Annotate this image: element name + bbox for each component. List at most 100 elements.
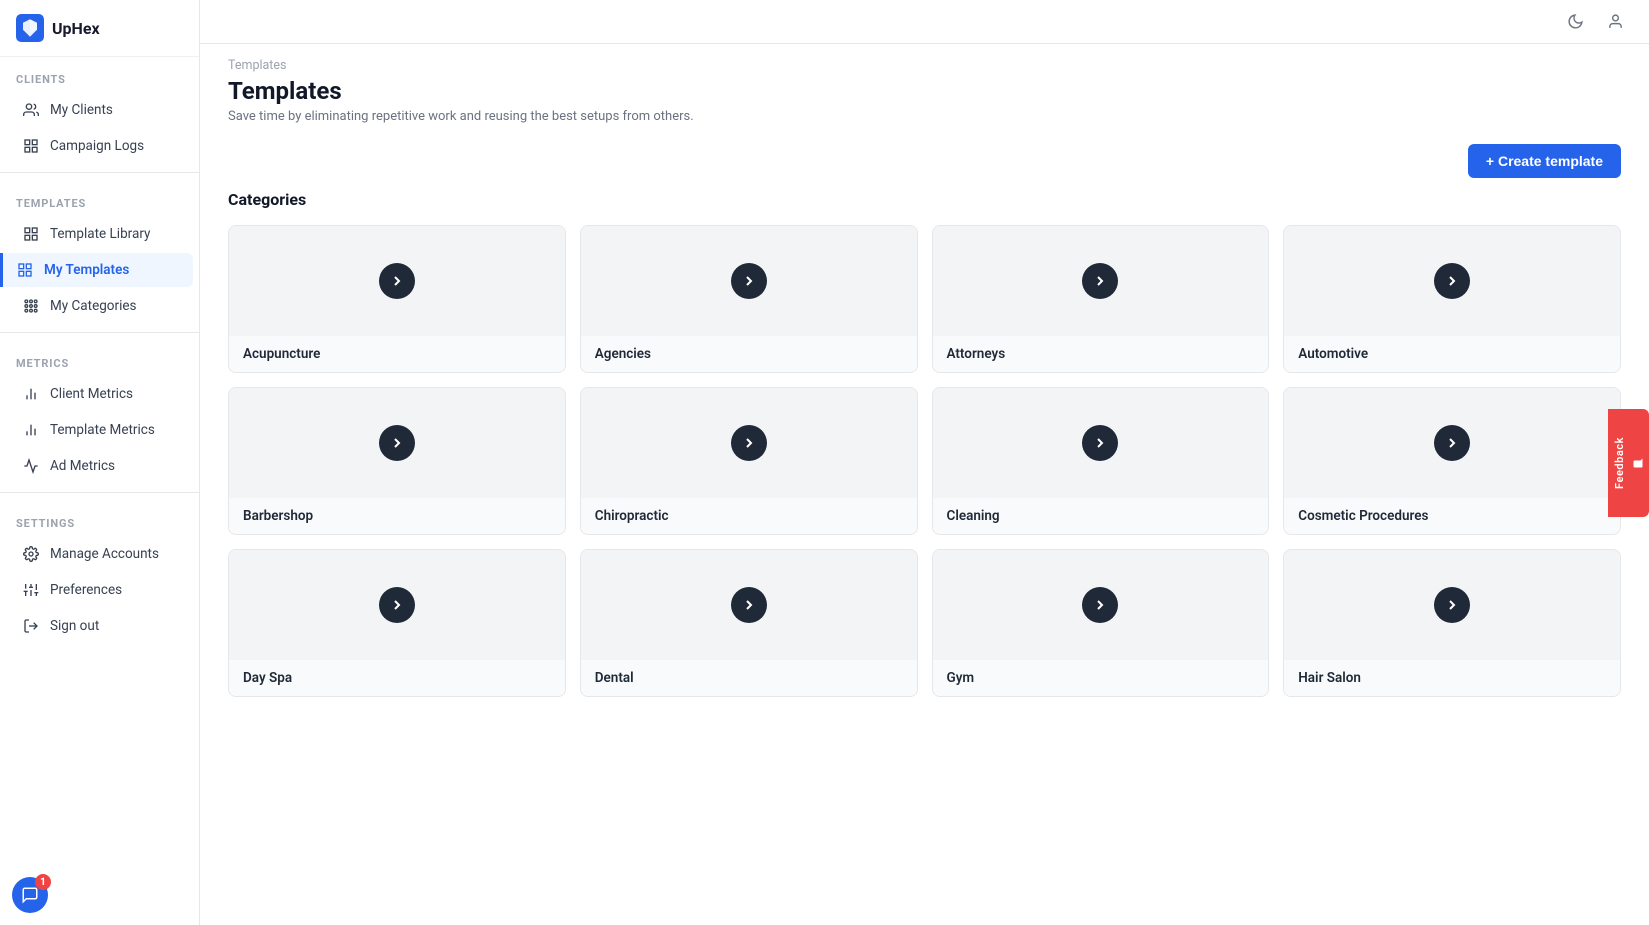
sidebar-item-my-clients[interactable]: My Clients bbox=[6, 93, 193, 127]
divider-1 bbox=[0, 172, 199, 173]
sidebar-item-preferences[interactable]: Preferences bbox=[6, 573, 193, 607]
feedback-label[interactable]: Feedback bbox=[1608, 408, 1649, 516]
page-header: Templates Save time by eliminating repet… bbox=[200, 77, 1649, 132]
category-arrow-icon-chiropractic bbox=[731, 425, 767, 461]
sidebar-item-sign-out[interactable]: Sign out bbox=[6, 609, 193, 643]
grid-icon bbox=[22, 225, 40, 243]
sidebar-item-manage-accounts-label: Manage Accounts bbox=[50, 546, 159, 562]
category-card-label-agencies: Agencies bbox=[581, 336, 917, 372]
chart-icon bbox=[22, 457, 40, 475]
category-card-cosmetic-procedures[interactable]: Cosmetic Procedures bbox=[1283, 387, 1621, 535]
category-card-hair-salon[interactable]: Hair Salon bbox=[1283, 549, 1621, 697]
page-action-bar: + Create template bbox=[200, 132, 1649, 190]
chevron-right-icon bbox=[1092, 273, 1108, 289]
category-arrow-icon-barbershop bbox=[379, 425, 415, 461]
chevron-right-icon bbox=[1444, 273, 1460, 289]
breadcrumb: Templates bbox=[200, 44, 1649, 77]
sidebar-item-client-metrics[interactable]: Client Metrics bbox=[6, 377, 193, 411]
category-arrow-icon-acupuncture bbox=[379, 263, 415, 299]
people-icon bbox=[22, 101, 40, 119]
create-template-button[interactable]: + Create template bbox=[1468, 144, 1621, 178]
sidebar-item-ad-metrics[interactable]: Ad Metrics bbox=[6, 449, 193, 483]
main-content: Templates Templates Save time by elimina… bbox=[200, 0, 1649, 925]
category-arrow-icon-cosmetic-procedures bbox=[1434, 425, 1470, 461]
sidebar-item-my-categories-label: My Categories bbox=[50, 298, 137, 314]
chevron-right-icon bbox=[1092, 435, 1108, 451]
sidebar-item-my-clients-label: My Clients bbox=[50, 102, 113, 118]
chevron-right-icon bbox=[389, 597, 405, 613]
settings-icon bbox=[22, 545, 40, 563]
theme-toggle-button[interactable] bbox=[1561, 8, 1589, 36]
category-card-label-cosmetic-procedures: Cosmetic Procedures bbox=[1284, 498, 1620, 534]
sidebar-item-template-metrics[interactable]: Template Metrics bbox=[6, 413, 193, 447]
category-arrow-icon-hair-salon bbox=[1434, 587, 1470, 623]
category-card-chiropractic[interactable]: Chiropractic bbox=[580, 387, 918, 535]
grid2-icon bbox=[16, 261, 34, 279]
category-card-label-gym: Gym bbox=[933, 660, 1269, 696]
sidebar-item-campaign-logs[interactable]: Campaign Logs bbox=[6, 129, 193, 163]
chevron-right-icon bbox=[741, 435, 757, 451]
category-card-automotive[interactable]: Automotive bbox=[1283, 225, 1621, 373]
categories-grid: Acupuncture Agencies Attorneys Automotiv… bbox=[228, 225, 1621, 697]
category-card-body-automotive bbox=[1284, 226, 1620, 336]
category-card-body-gym bbox=[933, 550, 1269, 660]
sidebar-item-template-metrics-label: Template Metrics bbox=[50, 422, 155, 438]
chevron-right-icon bbox=[1092, 597, 1108, 613]
page-title: Templates bbox=[228, 77, 1621, 105]
moon-icon bbox=[1567, 13, 1584, 30]
category-card-body-chiropractic bbox=[581, 388, 917, 498]
category-card-body-cosmetic-procedures bbox=[1284, 388, 1620, 498]
uphex-logo-icon bbox=[16, 14, 44, 42]
category-card-label-barbershop: Barbershop bbox=[229, 498, 565, 534]
feedback-icon bbox=[1632, 457, 1644, 469]
chevron-right-icon bbox=[389, 435, 405, 451]
category-card-body-agencies bbox=[581, 226, 917, 336]
content-area: Templates Templates Save time by elimina… bbox=[200, 44, 1649, 925]
apps-icon bbox=[22, 297, 40, 315]
category-card-gym[interactable]: Gym bbox=[932, 549, 1270, 697]
category-card-attorneys[interactable]: Attorneys bbox=[932, 225, 1270, 373]
categories-title: Categories bbox=[228, 190, 1621, 209]
chevron-right-icon bbox=[741, 597, 757, 613]
category-card-body-acupuncture bbox=[229, 226, 565, 336]
sidebar-item-campaign-logs-label: Campaign Logs bbox=[50, 138, 144, 154]
sidebar-section-metrics: METRICS bbox=[0, 341, 199, 376]
divider-3 bbox=[0, 492, 199, 493]
sidebar-item-manage-accounts[interactable]: Manage Accounts bbox=[6, 537, 193, 571]
category-card-acupuncture[interactable]: Acupuncture bbox=[228, 225, 566, 373]
chat-button[interactable]: 1 bbox=[12, 877, 48, 913]
sidebar-item-my-categories[interactable]: My Categories bbox=[6, 289, 193, 323]
category-card-barbershop[interactable]: Barbershop bbox=[228, 387, 566, 535]
category-card-cleaning[interactable]: Cleaning bbox=[932, 387, 1270, 535]
category-arrow-icon-day-spa bbox=[379, 587, 415, 623]
category-card-body-barbershop bbox=[229, 388, 565, 498]
category-card-label-attorneys: Attorneys bbox=[933, 336, 1269, 372]
logo-text: UpHex bbox=[52, 19, 100, 38]
user-avatar-button[interactable] bbox=[1601, 8, 1629, 36]
category-card-body-attorneys bbox=[933, 226, 1269, 336]
divider-2 bbox=[0, 332, 199, 333]
category-card-day-spa[interactable]: Day Spa bbox=[228, 549, 566, 697]
category-arrow-icon-cleaning bbox=[1082, 425, 1118, 461]
sidebar-section-clients: CLIENTS bbox=[0, 57, 199, 92]
logo[interactable]: UpHex bbox=[0, 0, 199, 57]
category-card-agencies[interactable]: Agencies bbox=[580, 225, 918, 373]
chevron-right-icon bbox=[1444, 597, 1460, 613]
feedback-tab[interactable]: Feedback bbox=[1608, 408, 1649, 516]
chevron-right-icon bbox=[1444, 435, 1460, 451]
sliders-icon bbox=[22, 581, 40, 599]
category-card-label-dental: Dental bbox=[581, 660, 917, 696]
topbar bbox=[200, 0, 1649, 44]
list-icon bbox=[22, 137, 40, 155]
feedback-text: Feedback bbox=[1613, 436, 1626, 488]
category-card-label-day-spa: Day Spa bbox=[229, 660, 565, 696]
category-card-dental[interactable]: Dental bbox=[580, 549, 918, 697]
chat-icon bbox=[21, 886, 39, 904]
categories-section: Categories Acupuncture Agencies Attorney… bbox=[200, 190, 1649, 725]
category-card-body-dental bbox=[581, 550, 917, 660]
page-subtitle: Save time by eliminating repetitive work… bbox=[228, 109, 1621, 124]
category-arrow-icon-dental bbox=[731, 587, 767, 623]
sidebar-item-my-templates[interactable]: My Templates bbox=[0, 253, 193, 287]
sidebar-item-template-library[interactable]: Template Library bbox=[6, 217, 193, 251]
category-card-body-day-spa bbox=[229, 550, 565, 660]
